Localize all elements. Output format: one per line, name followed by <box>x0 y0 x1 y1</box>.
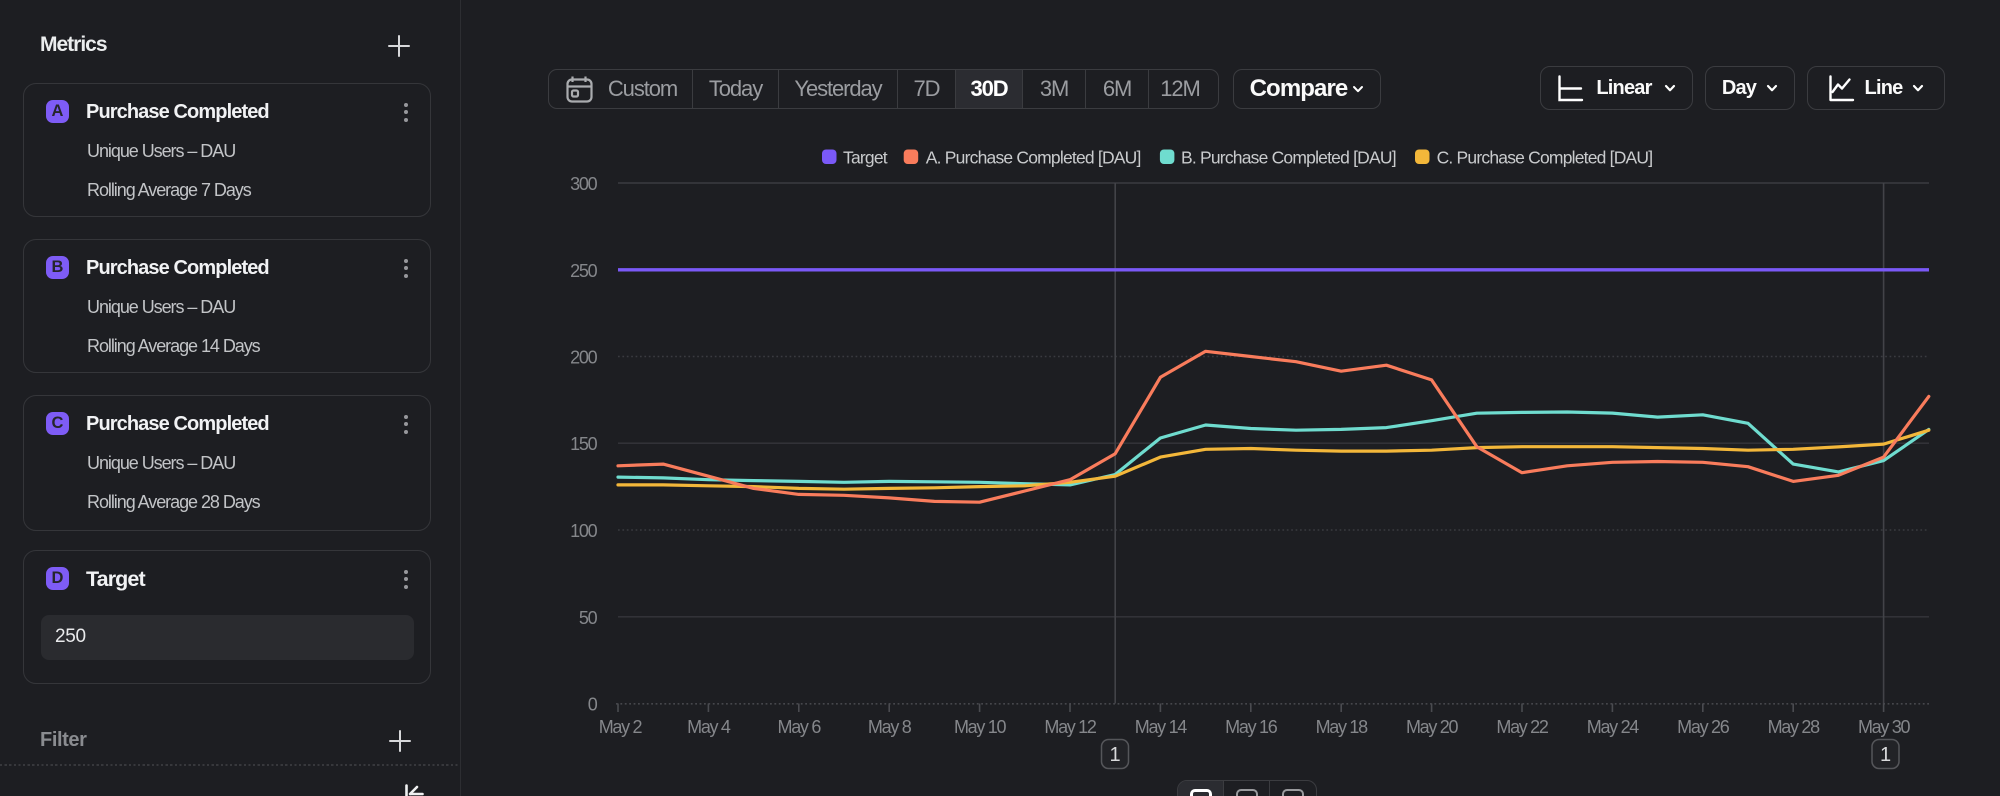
svg-text:B. Purchase Completed [DAU]: B. Purchase Completed [DAU] <box>1181 148 1396 168</box>
svg-text:250: 250 <box>570 261 598 281</box>
svg-text:Target: Target <box>843 148 888 168</box>
svg-text:0: 0 <box>588 695 598 715</box>
svg-text:May 10: May 10 <box>954 717 1007 737</box>
svg-text:1: 1 <box>1880 744 1891 766</box>
svg-text:300: 300 <box>570 174 598 194</box>
svg-text:150: 150 <box>570 434 598 454</box>
svg-text:100: 100 <box>570 521 598 541</box>
svg-text:200: 200 <box>570 348 598 368</box>
svg-text:May 12: May 12 <box>1044 717 1097 737</box>
svg-text:May 28: May 28 <box>1768 717 1821 737</box>
svg-text:May 14: May 14 <box>1135 717 1188 737</box>
svg-text:A. Purchase Completed [DAU]: A. Purchase Completed [DAU] <box>926 148 1141 168</box>
svg-text:May 30: May 30 <box>1858 717 1911 737</box>
svg-text:May 6: May 6 <box>778 717 822 737</box>
svg-text:May 18: May 18 <box>1316 717 1369 737</box>
svg-text:May 16: May 16 <box>1225 717 1278 737</box>
svg-text:May 22: May 22 <box>1496 717 1549 737</box>
svg-text:May 24: May 24 <box>1587 717 1640 737</box>
svg-text:May 8: May 8 <box>868 717 912 737</box>
svg-text:May 2: May 2 <box>599 717 643 737</box>
svg-text:May 26: May 26 <box>1677 717 1730 737</box>
svg-text:C. Purchase Completed [DAU]: C. Purchase Completed [DAU] <box>1437 148 1653 168</box>
svg-text:May 4: May 4 <box>687 717 731 737</box>
svg-text:1: 1 <box>1109 744 1120 766</box>
svg-text:May 20: May 20 <box>1406 717 1459 737</box>
svg-text:50: 50 <box>579 608 598 628</box>
